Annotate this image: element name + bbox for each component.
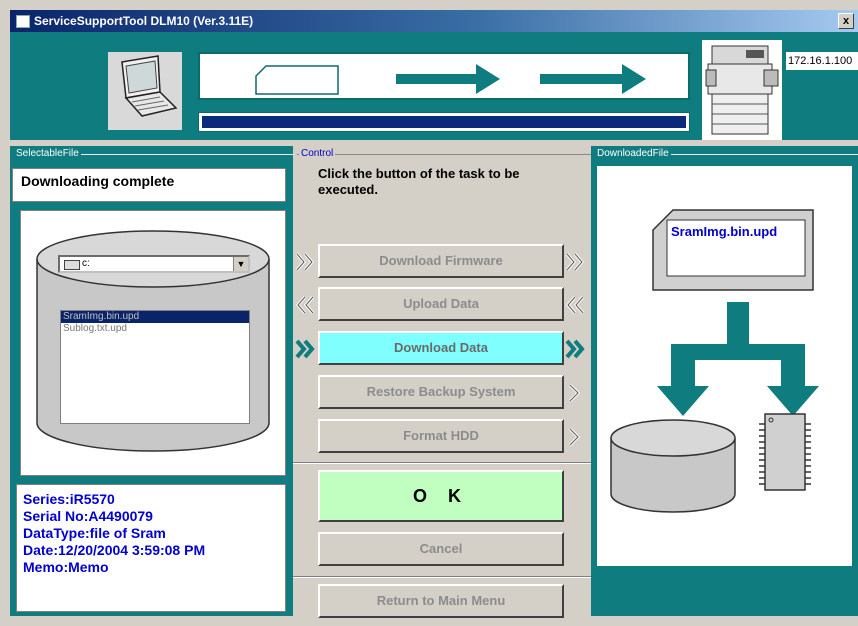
control-label: Control <box>299 148 336 159</box>
ip-address: 172.16.1.100 <box>786 52 858 70</box>
drive-select-value: c: <box>82 258 90 269</box>
laptop-icon <box>108 52 182 130</box>
window-title: ServiceSupportTool DLM10 (Ver.3.11E) <box>34 14 254 28</box>
double-chevron-right-icon <box>565 339 585 359</box>
chevron-right-icon <box>568 427 581 447</box>
title-bar: ServiceSupportTool DLM10 (Ver.3.11E) x <box>10 10 858 32</box>
double-chevron-left-icon <box>296 296 315 314</box>
downloaded-file-label: DownloadedFile <box>595 148 671 159</box>
drive-select[interactable]: c: ▼ <box>58 255 250 273</box>
instruction-text: Click the button of the task to be execu… <box>318 166 520 197</box>
upload-data-button[interactable]: Upload Data <box>318 287 564 321</box>
chevron-right-icon <box>568 383 581 403</box>
transfer-flow-diagram <box>198 52 690 100</box>
ok-button[interactable]: O K <box>318 470 564 522</box>
progress-fill <box>202 116 686 128</box>
info-serial: Serial No:A4490079 <box>23 508 153 524</box>
close-button[interactable]: x <box>838 13 854 29</box>
format-hdd-button[interactable]: Format HDD <box>318 419 564 453</box>
transfer-banner: 172.16.1.100 <box>10 32 858 140</box>
file-list-item[interactable]: Sublog.txt.upd <box>61 323 249 335</box>
restore-backup-system-button[interactable]: Restore Backup System <box>318 375 564 409</box>
file-list[interactable]: SramImg.bin.upd Sublog.txt.upd <box>60 310 250 424</box>
info-datatype: DataType:file of Sram <box>23 525 166 541</box>
cancel-button[interactable]: Cancel <box>318 532 564 566</box>
info-memo: Memo:Memo <box>23 559 109 575</box>
chevron-down-icon[interactable]: ▼ <box>233 257 248 271</box>
double-chevron-left-icon <box>566 296 585 314</box>
download-firmware-button[interactable]: Download Firmware <box>318 244 564 278</box>
double-chevron-right-icon <box>295 253 314 271</box>
double-chevron-right-icon <box>295 339 315 359</box>
info-series: Series:iR5570 <box>23 491 115 507</box>
file-list-item-selected[interactable]: SramImg.bin.upd <box>61 311 249 323</box>
double-chevron-right-icon <box>565 253 584 271</box>
transfer-progress-bar <box>198 112 690 132</box>
downloaded-file-area: SramImg.bin.upd <box>597 166 852 566</box>
divider <box>293 576 591 578</box>
divider <box>293 462 591 464</box>
selectable-file-label: SelectableFile <box>14 148 81 159</box>
app-icon <box>16 15 30 28</box>
copier-icon <box>702 40 782 140</box>
group-line <box>297 154 591 155</box>
status-text: Downloading complete <box>12 168 286 202</box>
drive-icon <box>64 260 80 270</box>
downloaded-file-name: SramImg.bin.upd <box>671 224 778 239</box>
info-date: Date:12/20/2004 3:59:08 PM <box>23 542 206 558</box>
download-data-button[interactable]: Download Data <box>318 331 564 365</box>
return-to-main-menu-button[interactable]: Return to Main Menu <box>318 584 564 618</box>
file-info: Series:iR5570 Serial No:A4490079 DataTyp… <box>16 484 286 612</box>
